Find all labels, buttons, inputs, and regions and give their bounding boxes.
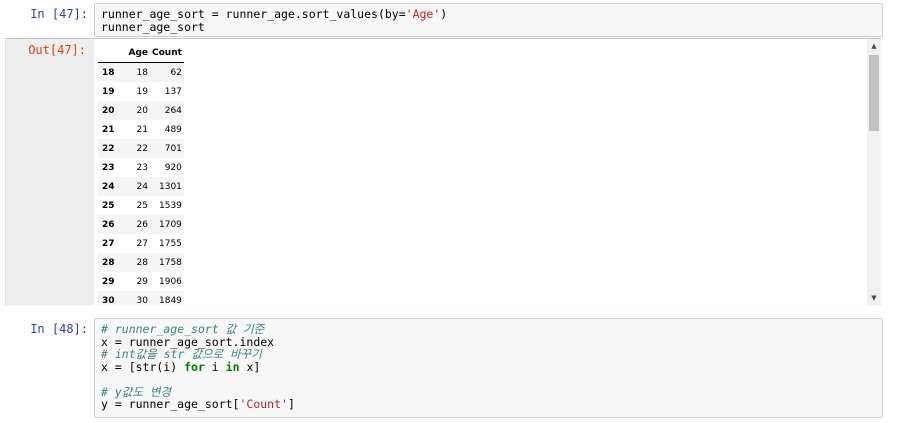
code-text: y = runner_age_sort[ — [101, 397, 240, 411]
age-cell: 19 — [136, 86, 148, 97]
row-index: 18 — [102, 67, 115, 78]
row-index: 20 — [102, 105, 115, 116]
code-text: ] — [287, 397, 295, 411]
age-cell: 29 — [136, 276, 148, 287]
cell-48-code-editor[interactable]: # runner_age_sort 값 기준 x = runner_age_so… — [94, 318, 883, 418]
count-cell: 264 — [164, 105, 182, 116]
table-row: 24 24 1301 — [98, 177, 184, 196]
code-string: 'Age' — [405, 7, 441, 21]
table-row: 28 28 1758 — [98, 253, 184, 272]
age-cell: 23 — [136, 162, 148, 173]
output-scrollbar[interactable]: ▲ ▼ — [867, 39, 881, 305]
count-cell: 1755 — [159, 238, 182, 249]
table-row: 21 21 489 — [98, 120, 184, 139]
dataframe-table: Age Count 18 18 62 19 19 137 20 20 264 21 21 489… — [98, 44, 184, 305]
row-index: 22 — [102, 143, 115, 154]
row-index: 28 — [102, 257, 115, 268]
scroll-down-arrow-icon[interactable]: ▼ — [867, 291, 881, 305]
count-cell: 701 — [164, 143, 182, 154]
code-text: ) — [440, 7, 448, 21]
row-index: 27 — [102, 238, 115, 249]
count-cell: 920 — [164, 162, 182, 173]
column-header-count: Count — [150, 44, 184, 63]
count-cell: 489 — [164, 124, 182, 135]
table-row: 23 23 920 — [98, 158, 184, 177]
count-cell: 1906 — [159, 276, 182, 287]
age-cell: 20 — [136, 105, 148, 116]
age-cell: 26 — [136, 219, 148, 230]
table-row: 25 25 1539 — [98, 196, 184, 215]
table-row: 29 29 1906 — [98, 272, 184, 291]
count-cell: 137 — [164, 86, 182, 97]
code-string: 'Count' — [239, 397, 288, 411]
column-header-index — [98, 44, 124, 63]
table-row: 27 27 1755 — [98, 234, 184, 253]
cell-48-in-prompt: In [48]: — [30, 322, 88, 336]
code-text: i — [204, 359, 226, 374]
table-row: 30 30 1849 — [98, 291, 184, 305]
table-row: 18 18 62 — [98, 62, 184, 82]
table-header-row: Age Count — [98, 44, 184, 63]
age-cell: 25 — [136, 200, 148, 211]
table-row: 20 20 264 — [98, 101, 184, 120]
cell-47-out-prompt: Out[47]: — [28, 43, 86, 57]
table-row: 19 19 137 — [98, 82, 184, 101]
table-row: 26 26 1709 — [98, 215, 184, 234]
dataframe-output: Age Count 18 18 62 19 19 137 20 20 264 21 21 489… — [94, 39, 868, 305]
cell-47-output-area[interactable]: Out[47]: Age Count 18 18 62 19 19 137 20 20 26… — [5, 38, 881, 306]
row-index: 24 — [102, 181, 115, 192]
row-index: 19 — [102, 86, 115, 97]
column-header-age: Age — [124, 44, 150, 63]
row-index: 30 — [102, 295, 115, 306]
count-cell: 1758 — [159, 257, 182, 268]
count-cell: 1849 — [159, 295, 182, 306]
scroll-up-arrow-icon[interactable]: ▲ — [867, 39, 881, 53]
age-cell: 22 — [136, 143, 148, 154]
count-cell: 1539 — [159, 200, 182, 211]
row-index: 26 — [102, 219, 115, 230]
age-cell: 24 — [136, 181, 148, 192]
row-index: 25 — [102, 200, 115, 211]
count-cell: 62 — [170, 67, 182, 78]
age-cell: 21 — [136, 124, 148, 135]
row-index: 21 — [102, 124, 115, 135]
age-cell: 30 — [136, 295, 148, 306]
code-text: x] — [239, 359, 261, 374]
cell-47-code-editor[interactable]: runner_age_sort = runner_age.sort_values… — [94, 3, 883, 37]
age-cell: 28 — [136, 257, 148, 268]
code-keyword: in — [225, 359, 240, 374]
code-keyword: for — [184, 359, 205, 374]
age-cell: 27 — [136, 238, 148, 249]
row-index: 23 — [102, 162, 115, 173]
code-text: x = [str(i) — [101, 359, 185, 374]
output-gutter: Out[47]: — [6, 39, 94, 305]
count-cell: 1301 — [159, 181, 182, 192]
age-cell: 18 — [136, 67, 148, 78]
code-text: runner_age_sort — [101, 19, 205, 34]
count-cell: 1709 — [159, 219, 182, 230]
cell-47-in-prompt: In [47]: — [30, 7, 88, 21]
scroll-thumb[interactable] — [869, 55, 879, 131]
table-row: 22 22 701 — [98, 139, 184, 158]
row-index: 29 — [102, 276, 115, 287]
